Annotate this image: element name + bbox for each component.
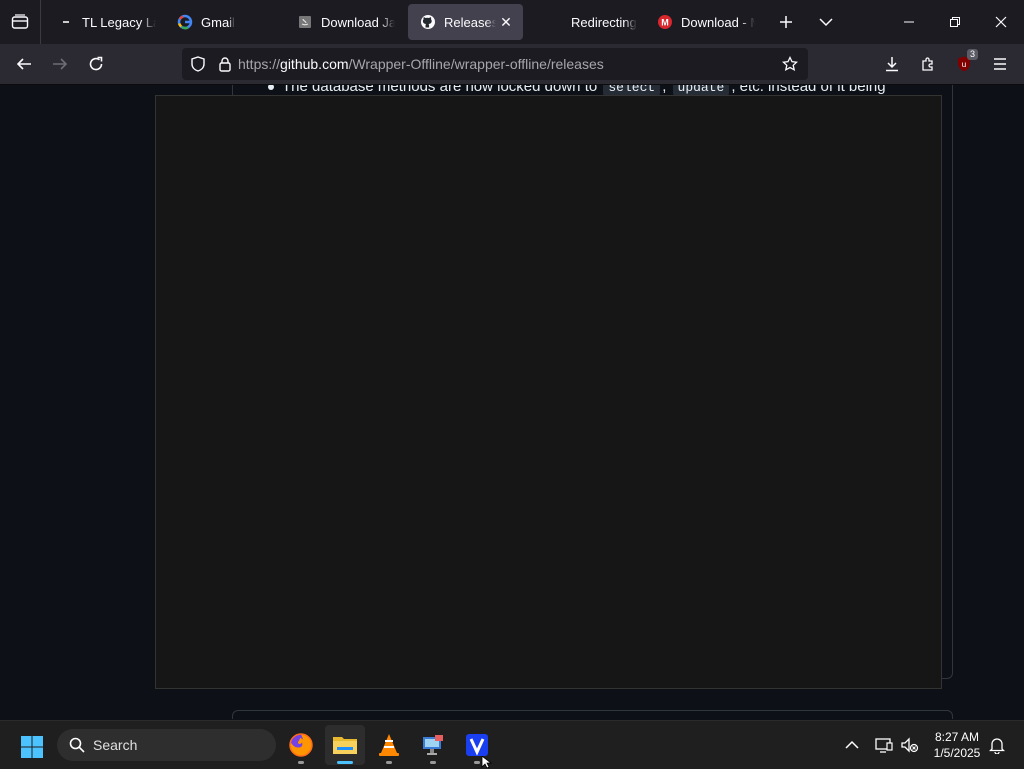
tab-title: Releases · W: [444, 14, 496, 30]
notifications-button[interactable]: [985, 733, 1009, 757]
tray-volume-button[interactable]: [898, 733, 922, 757]
arrow-left-icon: [16, 58, 31, 70]
running-indicator: [386, 761, 392, 764]
bell-icon: [989, 738, 1005, 754]
taskbar-desktop-app[interactable]: [413, 725, 453, 765]
search-icon: [69, 737, 85, 753]
video-player-overlay[interactable]: [155, 95, 942, 689]
mega-icon: M: [657, 14, 673, 30]
tray-display-button[interactable]: [872, 733, 896, 757]
clock-time: 8:27 AM: [934, 730, 980, 744]
url-path: /Wrapper-Offline/wrapper-offline/release…: [348, 56, 604, 72]
taskbar: Search 8:27 AM 1/5/2025: [0, 720, 1024, 769]
close-tab-icon[interactable]: ✕: [496, 14, 516, 31]
vlc-icon: [379, 734, 399, 756]
address-bar[interactable]: https://github.com/Wrapper-Offline/wrapp…: [182, 48, 808, 80]
bullet-dot: [268, 85, 274, 91]
restore-button[interactable]: [932, 0, 978, 44]
reload-icon: [89, 56, 103, 71]
shield-icon[interactable]: [190, 56, 206, 72]
google-icon: [177, 14, 193, 30]
chevron-down-icon: [819, 18, 833, 27]
close-icon: [995, 16, 1007, 28]
tab-title: Redirecting: [571, 14, 637, 30]
running-indicator: [430, 761, 436, 764]
bullet-text: The database methods are now locked down…: [282, 85, 598, 95]
restore-icon: [950, 17, 960, 27]
hamburger-menu-icon: [994, 58, 1006, 70]
tab-download-java[interactable]: Download Jav: [285, 4, 395, 40]
tab-title: TL Legacy Lau: [82, 14, 156, 30]
minimize-button[interactable]: [886, 0, 932, 44]
tab-strip: TL Legacy Lau Gmail Download Jav Release…: [0, 0, 1024, 44]
extensions-button[interactable]: [912, 48, 944, 80]
start-button[interactable]: [16, 731, 48, 763]
bullet-text-continued: , etc. instead of it being: [731, 85, 886, 95]
mouse-cursor-icon: [481, 756, 493, 768]
clock-date: 1/5/2025: [933, 746, 981, 760]
puzzle-piece-icon: [922, 57, 933, 71]
separator: ,: [662, 85, 667, 95]
java-icon: [297, 14, 313, 30]
chevron-up-icon: [845, 740, 859, 749]
taskbar-vlc[interactable]: [369, 725, 409, 765]
minimize-icon: [904, 21, 914, 23]
reload-button[interactable]: [80, 48, 112, 80]
taskbar-file-explorer[interactable]: [325, 725, 365, 765]
tab-title: Download Jav: [321, 14, 395, 30]
forward-button[interactable]: [44, 48, 76, 80]
bookmark-star-icon[interactable]: [782, 56, 798, 72]
search-label: Search: [93, 737, 138, 753]
arrow-right-icon: [53, 58, 68, 70]
windows-logo-icon: [21, 736, 43, 758]
close-window-button[interactable]: [978, 0, 1024, 44]
tab-gmail[interactable]: Gmail: [165, 4, 275, 40]
taskbar-firefox[interactable]: [281, 725, 321, 765]
url-host: github.com: [280, 56, 349, 72]
url-prefix: https://: [238, 56, 281, 72]
taskbar-search[interactable]: Search: [57, 729, 276, 761]
back-button[interactable]: [8, 48, 40, 80]
downloads-button[interactable]: [876, 48, 908, 80]
tab-redirecting[interactable]: Redirecting: [535, 4, 645, 40]
plus-icon: [780, 16, 792, 28]
active-indicator: [337, 761, 353, 764]
tab-title: Download - M: [681, 14, 755, 30]
list-all-tabs-button[interactable]: [806, 0, 846, 44]
dash-icon: [58, 14, 74, 30]
running-indicator: [474, 761, 480, 764]
extension-badge: 3: [966, 49, 978, 60]
tab-download-mega[interactable]: M Download - M: [645, 4, 755, 40]
svg-text:u: u: [962, 60, 966, 69]
app-menu-button[interactable]: [984, 48, 1016, 80]
speaker-muted-icon: [901, 737, 919, 753]
tab-tl-legacy[interactable]: TL Legacy Lau: [46, 4, 156, 40]
tab-list-button[interactable]: [0, 0, 41, 44]
monitor-icon: [875, 738, 893, 753]
navigation-toolbar: https://github.com/Wrapper-Offline/wrapp…: [0, 44, 1024, 85]
new-tab-button[interactable]: [766, 0, 806, 44]
v-app-icon: [466, 734, 488, 756]
lock-icon[interactable]: [218, 56, 232, 72]
file-explorer-icon: [333, 737, 357, 754]
tab-releases[interactable]: Releases · W ✕: [408, 4, 523, 40]
system-clock[interactable]: 8:27 AM 1/5/2025: [926, 729, 988, 761]
release-note-bullet: The database methods are now locked down…: [268, 85, 886, 97]
desktop-app-icon: [423, 735, 443, 755]
next-release-card: [232, 710, 953, 719]
page-content: The database methods are now locked down…: [0, 85, 1024, 719]
ublock-origin-button[interactable]: u 3: [948, 48, 980, 80]
svg-text:M: M: [661, 18, 669, 28]
url-text[interactable]: https://github.com/Wrapper-Offline/wrapp…: [238, 56, 604, 72]
firefox-icon: [289, 733, 313, 757]
blank-favicon-icon: [547, 14, 563, 30]
show-hidden-icons-button[interactable]: [840, 733, 864, 757]
download-icon: [886, 57, 898, 72]
github-icon: [420, 14, 436, 30]
tab-list-icon: [11, 14, 29, 29]
tab-title: Gmail: [201, 14, 235, 30]
running-indicator: [298, 761, 304, 764]
